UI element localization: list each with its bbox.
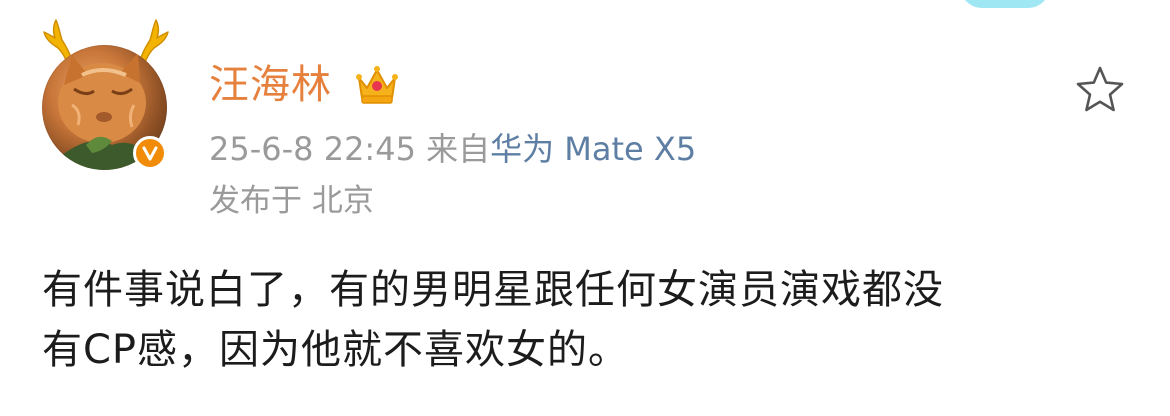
source-prefix: 来自 (426, 130, 491, 168)
verified-v-badge-icon (142, 146, 158, 161)
avatar-container[interactable] (36, 18, 176, 178)
post-content-line-1: 有件事说白了，有的男明星跟任何女演员演戏都没 (42, 267, 944, 313)
post-timestamp: 25-6-8 22:45 (209, 130, 416, 168)
crown-icon[interactable] (354, 62, 400, 106)
post-meta: 25-6-8 22:45 来自华为 Mate X5 (209, 128, 696, 170)
device-link[interactable]: 华为 Mate X5 (490, 130, 696, 168)
star-outline-icon[interactable] (1074, 64, 1126, 116)
post-content: 有件事说白了，有的男明星跟任何女演员演戏都没 有CP感，因为他就不喜欢女的。 (42, 260, 1142, 380)
post-location: 发布于 北京 (209, 183, 374, 219)
top-right-decoration (960, 0, 1050, 8)
post-content-line-2: 有CP感，因为他就不喜欢女的。 (42, 327, 630, 373)
author-name[interactable]: 汪海林 (209, 60, 332, 110)
verified-badge (133, 136, 167, 170)
